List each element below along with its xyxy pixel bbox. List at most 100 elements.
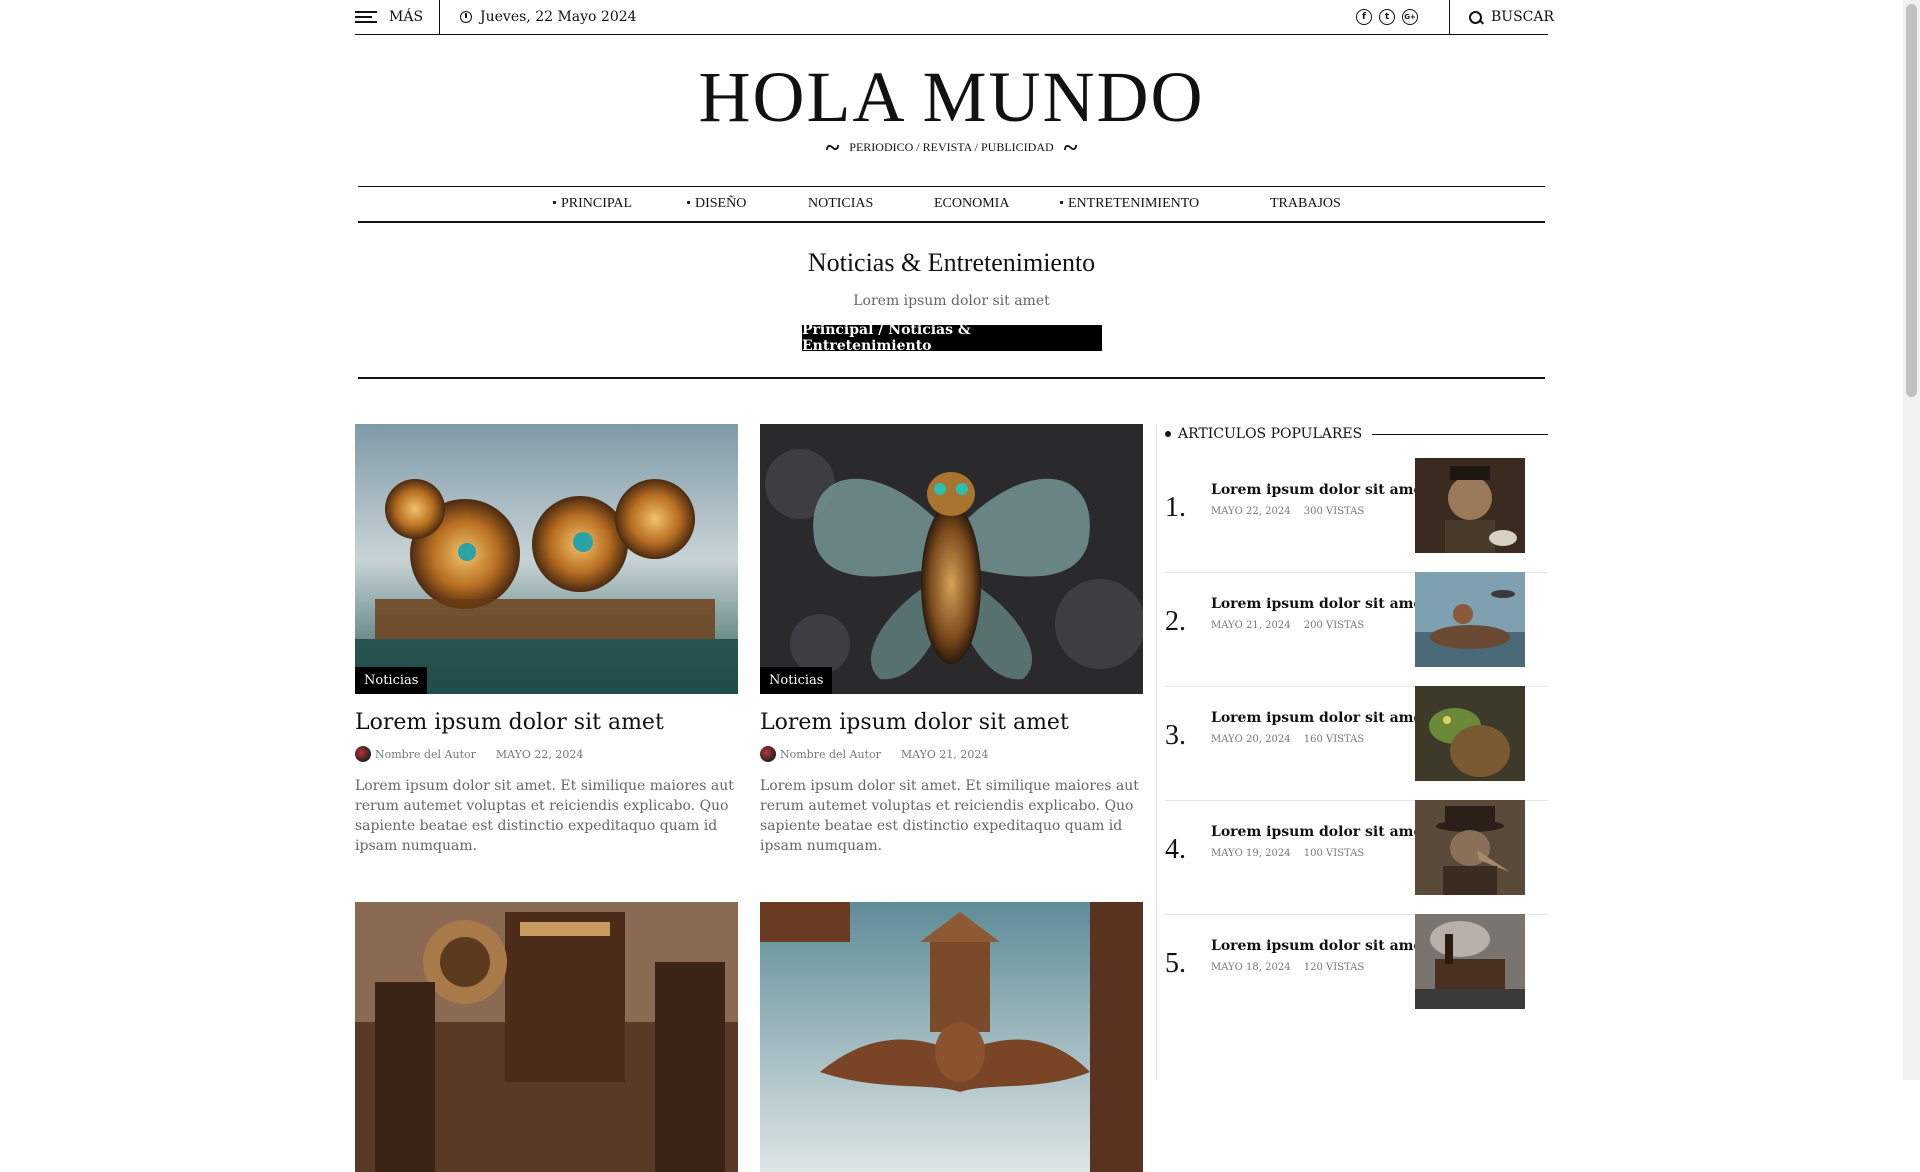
popular-views: 300 VISTAS xyxy=(1303,506,1365,517)
current-date-text: Jueves, 22 Mayo 2024 xyxy=(480,9,637,25)
nav-item-principal[interactable]: PRINCIPAL xyxy=(553,187,632,221)
sidebar-heading: ARTICULOS POPULARES xyxy=(1165,420,1548,448)
popular-item[interactable]: 3. Lorem ipsum dolor sit amet MAYO 20, 2… xyxy=(1165,686,1548,801)
nav-label: NOTICIAS xyxy=(808,196,874,211)
popular-views: 100 VISTAS xyxy=(1303,848,1365,859)
site-title[interactable]: HOLA MUNDO xyxy=(355,52,1548,142)
current-date: Jueves, 22 Mayo 2024 xyxy=(460,0,637,34)
search-button[interactable]: BUSCAR xyxy=(1469,0,1554,34)
author-name[interactable]: Nombre del Autor xyxy=(780,748,881,761)
popular-rank: 5. xyxy=(1165,948,1186,979)
popular-item[interactable]: 4. Lorem ipsum dolor sit amet MAYO 19, 2… xyxy=(1165,800,1548,915)
twitter-icon[interactable]: t xyxy=(1379,9,1395,25)
author-avatar xyxy=(355,746,371,762)
google-plus-icon[interactable]: G+ xyxy=(1402,9,1418,25)
article-meta: Nombre del Autor MAYO 21, 2024 xyxy=(760,746,1143,762)
article-date: MAYO 22, 2024 xyxy=(495,747,584,761)
more-menu-button[interactable]: MÁS xyxy=(355,0,423,34)
breadcrumb[interactable]: Principal / Noticias & Entretenimiento xyxy=(802,322,1102,354)
more-menu-label: MÁS xyxy=(389,9,424,25)
popular-rank: 2. xyxy=(1165,606,1186,637)
clock-icon xyxy=(460,11,472,23)
popular-thumbnail[interactable] xyxy=(1415,914,1525,1009)
nav-item-entretenimiento[interactable]: ENTRETENIMIENTO xyxy=(1060,187,1199,221)
popular-title[interactable]: Lorem ipsum dolor sit amet xyxy=(1211,824,1429,840)
nav-label: ENTRETENIMIENTO xyxy=(1068,196,1200,211)
section-divider xyxy=(358,377,1545,379)
popular-title[interactable]: Lorem ipsum dolor sit amet xyxy=(1211,482,1429,498)
popular-articles-sidebar: ARTICULOS POPULARES 1. Lorem ipsum dolor… xyxy=(1165,420,1548,1009)
popular-meta: MAYO 19, 2024 100 VISTAS xyxy=(1211,848,1364,859)
popular-date: MAYO 19, 2024 xyxy=(1211,848,1291,859)
category-badge[interactable]: Noticias xyxy=(355,667,428,694)
popular-views: 120 VISTAS xyxy=(1303,962,1365,973)
popular-thumbnail[interactable] xyxy=(1415,458,1525,553)
article-image[interactable]: Noticias xyxy=(355,424,738,694)
article-card xyxy=(355,902,738,1172)
article-image[interactable]: Noticias xyxy=(760,424,1143,694)
facebook-icon[interactable]: f xyxy=(1356,9,1372,25)
popular-thumbnail[interactable] xyxy=(1415,572,1525,667)
dropdown-dot-icon xyxy=(553,200,556,204)
bullet-icon xyxy=(1165,431,1171,437)
popular-meta: MAYO 20, 2024 160 VISTAS xyxy=(1211,734,1364,745)
popular-rank: 3. xyxy=(1165,720,1186,751)
author-name[interactable]: Nombre del Autor xyxy=(375,748,476,761)
article-meta: Nombre del Autor MAYO 22, 2024 xyxy=(355,746,738,762)
social-links: f t G+ xyxy=(1356,0,1418,34)
dropdown-dot-icon xyxy=(687,200,690,204)
nav-label: TRABAJOS xyxy=(1270,196,1341,211)
popular-meta: MAYO 22, 2024 300 VISTAS xyxy=(1211,506,1364,517)
ornament-icon: ~ xyxy=(825,132,840,162)
category-badge[interactable]: Noticias xyxy=(760,667,833,694)
heading-rule xyxy=(1372,433,1548,435)
article-date: MAYO 21, 2024 xyxy=(900,747,989,761)
hamburger-icon xyxy=(355,11,377,23)
section-title: Noticias & Entretenimiento xyxy=(807,248,1096,277)
article-image[interactable] xyxy=(760,902,1143,1172)
popular-date: MAYO 18, 2024 xyxy=(1211,962,1291,973)
article-image[interactable] xyxy=(355,902,738,1172)
popular-date: MAYO 22, 2024 xyxy=(1211,506,1291,517)
search-label: BUSCAR xyxy=(1491,9,1555,25)
popular-thumbnail[interactable] xyxy=(1415,800,1525,895)
column-divider xyxy=(1156,425,1157,1080)
article-card: Noticias Lorem ipsum dolor sit amet Nomb… xyxy=(355,424,738,856)
popular-rank: 4. xyxy=(1165,834,1186,865)
main-nav: PRINCIPAL DISEÑO NOTICIAS ECONOMIA ENTRE… xyxy=(358,186,1545,223)
nav-label: ECONOMIA xyxy=(934,196,1010,211)
popular-title[interactable]: Lorem ipsum dolor sit amet xyxy=(1211,596,1429,612)
article-card: Noticias Lorem ipsum dolor sit amet Nomb… xyxy=(760,424,1143,856)
tagline-text: PERIODICO / REVISTA / PUBLICIDAD xyxy=(849,140,1054,154)
popular-title[interactable]: Lorem ipsum dolor sit amet xyxy=(1211,938,1429,954)
page-scrollbar[interactable] xyxy=(1903,0,1920,1080)
nav-label: DISEÑO xyxy=(695,196,747,211)
popular-item[interactable]: 5. Lorem ipsum dolor sit amet MAYO 18, 2… xyxy=(1165,914,1548,1028)
divider xyxy=(1449,0,1450,34)
nav-item-trabajos[interactable]: TRABAJOS xyxy=(1270,187,1341,221)
dropdown-dot-icon xyxy=(1060,200,1063,204)
divider xyxy=(439,0,440,34)
nav-item-noticias[interactable]: NOTICIAS xyxy=(808,187,873,221)
popular-title[interactable]: Lorem ipsum dolor sit amet xyxy=(1211,710,1429,726)
popular-rank: 1. xyxy=(1165,492,1186,523)
site-tagline: ~ PERIODICO / REVISTA / PUBLICIDAD ~ xyxy=(355,132,1548,162)
nav-item-diseno[interactable]: DISEÑO xyxy=(687,187,746,221)
scrollbar-thumb[interactable] xyxy=(1906,4,1917,397)
popular-views: 160 VISTAS xyxy=(1303,734,1365,745)
popular-date: MAYO 21, 2024 xyxy=(1211,620,1291,631)
article-title[interactable]: Lorem ipsum dolor sit amet xyxy=(355,708,738,738)
article-title[interactable]: Lorem ipsum dolor sit amet xyxy=(760,708,1143,738)
top-bar: MÁS Jueves, 22 Mayo 2024 f t G+ BUSCAR xyxy=(355,0,1554,35)
popular-item[interactable]: 2. Lorem ipsum dolor sit amet MAYO 21, 2… xyxy=(1165,572,1548,687)
popular-date: MAYO 20, 2024 xyxy=(1211,734,1291,745)
nav-label: PRINCIPAL xyxy=(561,196,633,211)
nav-item-economia[interactable]: ECONOMIA xyxy=(934,187,1009,221)
popular-meta: MAYO 21, 2024 200 VISTAS xyxy=(1211,620,1364,631)
popular-thumbnail[interactable] xyxy=(1415,686,1525,781)
popular-meta: MAYO 18, 2024 120 VISTAS xyxy=(1211,962,1364,973)
popular-views: 200 VISTAS xyxy=(1303,620,1365,631)
page: MÁS Jueves, 22 Mayo 2024 f t G+ BUSCAR H… xyxy=(355,0,1554,1172)
article-excerpt: Lorem ipsum dolor sit amet. Et similique… xyxy=(760,778,1139,854)
popular-item[interactable]: 1. Lorem ipsum dolor sit amet MAYO 22, 2… xyxy=(1165,458,1548,573)
